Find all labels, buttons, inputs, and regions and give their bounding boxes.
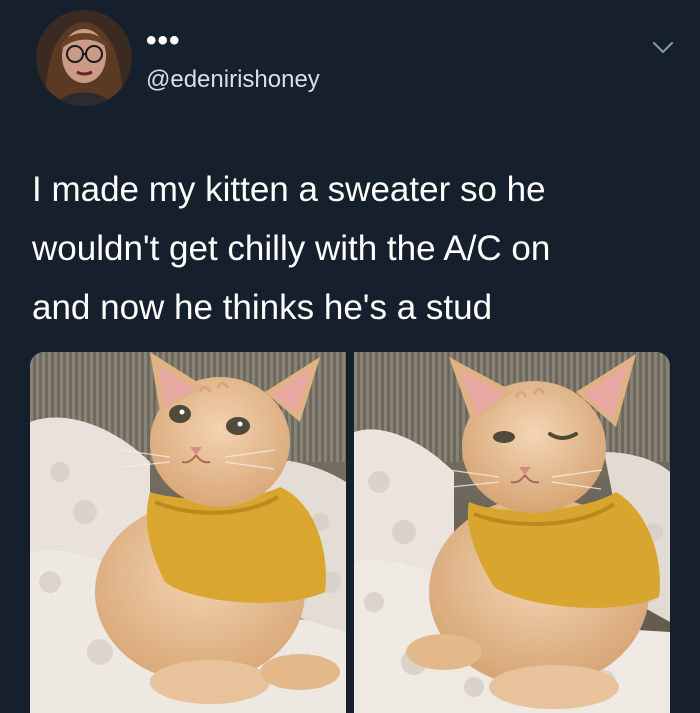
user-handle[interactable]: @edenirishoney bbox=[146, 66, 320, 94]
tweet-text-line: I made my kitten a sweater so he bbox=[32, 170, 546, 209]
tweet-text-line: and now he thinks he's a stud bbox=[32, 288, 493, 327]
kitten-photo-left[interactable] bbox=[30, 352, 346, 713]
kitten-wink-image bbox=[354, 352, 670, 713]
kitten-sweater-image bbox=[30, 352, 346, 713]
tweet-card: ••• @edenirishoney I made my kitten a sw… bbox=[0, 0, 700, 713]
avatar[interactable] bbox=[36, 10, 132, 106]
tweet-text-line: wouldn't get chilly with the A/C on bbox=[32, 229, 551, 268]
display-name[interactable]: ••• bbox=[146, 26, 181, 56]
tweet-text: I made my kitten a sweater so he wouldn'… bbox=[32, 160, 672, 337]
tweet-header: ••• @edenirishoney bbox=[36, 10, 676, 110]
avatar-portrait-icon bbox=[36, 10, 132, 106]
chevron-down-icon[interactable] bbox=[650, 34, 676, 60]
tweet-media bbox=[30, 352, 670, 713]
kitten-photo-right[interactable] bbox=[354, 352, 670, 713]
